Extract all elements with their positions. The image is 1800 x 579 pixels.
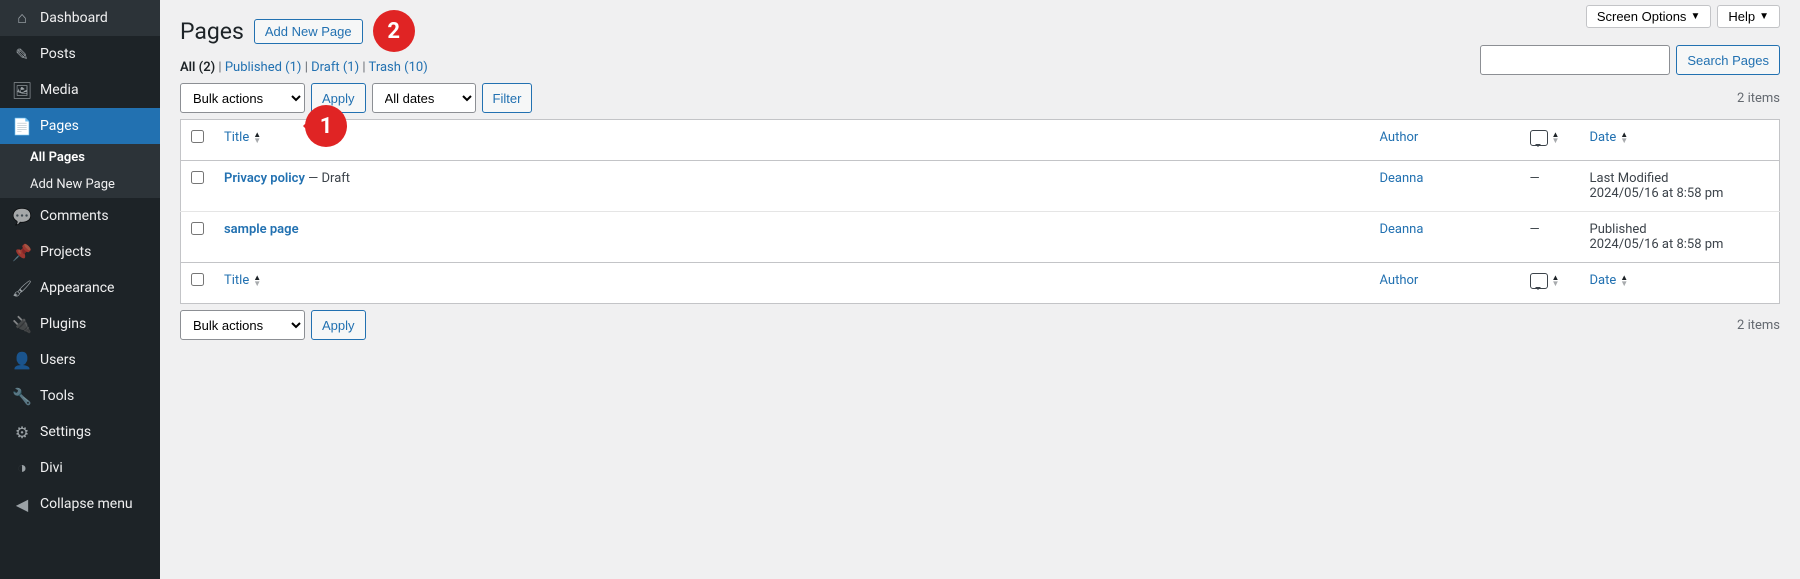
comments-icon: 💬 (12, 206, 32, 226)
sidebar-item-label: Comments (40, 208, 109, 224)
appearance-icon: 🖌 (12, 278, 32, 298)
col-comments[interactable]: ▲▼ (1530, 130, 1560, 146)
col-title-bottom[interactable]: Title▲▼ (224, 273, 261, 288)
sidebar-item-label: Projects (40, 244, 91, 260)
items-count-bottom: 2 items (1737, 318, 1780, 333)
filter-button[interactable]: Filter (482, 83, 533, 113)
sort-icon: ▲▼ (253, 275, 261, 287)
sidebar-item-label: Users (40, 352, 76, 368)
sidebar-item-label: Plugins (40, 316, 86, 332)
sidebar-item-dashboard[interactable]: ⌂ Dashboard (0, 0, 160, 36)
media-icon: 🖼 (12, 80, 32, 100)
sort-icon: ▲▼ (1552, 132, 1560, 144)
sidebar-item-comments[interactable]: 💬 Comments (0, 198, 160, 234)
row-title-link[interactable]: Privacy policy (224, 171, 305, 186)
caret-down-icon: ▼ (1690, 11, 1700, 22)
plugins-icon: 🔌 (12, 314, 32, 334)
pages-table: Title▲▼ Author ▲▼ Date▲▼ Privacy policy … (180, 119, 1780, 304)
search-input[interactable] (1480, 45, 1670, 75)
col-date-bottom[interactable]: Date▲▼ (1590, 273, 1629, 288)
select-all-bottom[interactable] (191, 273, 204, 286)
row-date-value: 2024/05/16 at 8:58 pm (1590, 186, 1770, 201)
col-date[interactable]: Date▲▼ (1590, 130, 1629, 145)
admin-sidebar: ⌂ Dashboard ✎ Posts 🖼 Media 📄 Pages All Page… (0, 0, 160, 579)
sidebar-item-settings[interactable]: ⚙ Settings (0, 414, 160, 450)
filter-trash[interactable]: Trash (10) (369, 60, 428, 75)
select-all-top[interactable] (191, 130, 204, 143)
sidebar-item-label: Media (40, 82, 79, 98)
sidebar-item-label: Dashboard (40, 10, 108, 26)
add-new-page-button[interactable]: Add New Page (254, 19, 363, 44)
bulk-actions-select-bottom[interactable]: Bulk actions (180, 310, 305, 340)
projects-icon: 📌 (12, 242, 32, 262)
sort-icon: ▲▼ (1620, 275, 1628, 287)
posts-icon: ✎ (12, 44, 32, 64)
search-pages-button[interactable]: Search Pages (1676, 45, 1780, 75)
caret-down-icon: ▼ (1759, 11, 1769, 22)
tools-icon: 🔧 (12, 386, 32, 406)
sidebar-item-label: Divi (40, 460, 63, 476)
submenu-all-pages[interactable]: All Pages (0, 144, 160, 171)
row-date-status: Last Modified (1590, 171, 1770, 186)
sidebar-item-label: Posts (40, 46, 76, 62)
filter-draft[interactable]: Draft (1) (311, 60, 359, 75)
table-row: sample page Deanna — Published2024/05/16… (181, 212, 1780, 263)
sort-icon: ▲▼ (1620, 132, 1628, 144)
row-comments: — (1520, 212, 1580, 263)
step-marker-1: 1 (305, 105, 347, 147)
apply-bulk-button-bottom[interactable]: Apply (311, 310, 366, 340)
filter-published[interactable]: Published (1) (225, 60, 302, 75)
sidebar-item-label: Pages (40, 118, 79, 134)
divi-icon: ◑ (12, 458, 32, 478)
sort-icon: ▲▼ (253, 132, 261, 144)
col-title[interactable]: Title▲▼ (224, 130, 261, 145)
col-author-bottom: Author (1370, 263, 1520, 304)
sidebar-item-label: Collapse menu (40, 496, 133, 512)
row-status-suffix: — Draft (305, 171, 350, 186)
row-title-link[interactable]: sample page (224, 222, 299, 237)
comment-bubble-icon (1530, 273, 1548, 289)
row-select[interactable] (191, 222, 204, 235)
row-date-value: 2024/05/16 at 8:58 pm (1590, 237, 1770, 252)
col-comments-bottom[interactable]: ▲▼ (1530, 273, 1560, 289)
main-content: 1 Screen Options▼ Help▼ Pages Add New Pa… (160, 0, 1800, 579)
row-select[interactable] (191, 171, 204, 184)
row-author-link[interactable]: Deanna (1380, 222, 1424, 237)
sidebar-item-label: Tools (40, 388, 74, 404)
page-title: Pages (180, 18, 244, 45)
sidebar-submenu: All Pages Add New Page (0, 144, 160, 198)
step-marker-2: 2 (373, 10, 415, 52)
sidebar-item-pages[interactable]: 📄 Pages (0, 108, 160, 144)
table-row: Privacy policy — Draft Deanna — Last Mod… (181, 161, 1780, 212)
pages-icon: 📄 (12, 116, 32, 136)
sidebar-item-tools[interactable]: 🔧 Tools (0, 378, 160, 414)
sidebar-item-posts[interactable]: ✎ Posts (0, 36, 160, 72)
sidebar-item-label: Appearance (40, 280, 114, 296)
dashboard-icon: ⌂ (12, 8, 32, 28)
sidebar-item-divi[interactable]: ◑ Divi (0, 450, 160, 486)
sidebar-item-plugins[interactable]: 🔌 Plugins (0, 306, 160, 342)
submenu-add-new-page[interactable]: Add New Page (0, 171, 160, 198)
sidebar-item-users[interactable]: 👤 Users (0, 342, 160, 378)
sidebar-item-media[interactable]: 🖼 Media (0, 72, 160, 108)
settings-icon: ⚙ (12, 422, 32, 442)
comment-bubble-icon (1530, 130, 1548, 146)
row-author-link[interactable]: Deanna (1380, 171, 1424, 186)
items-count-top: 2 items (1737, 91, 1780, 106)
filter-all[interactable]: All (2) (180, 60, 215, 75)
help-button[interactable]: Help▼ (1717, 5, 1780, 28)
sidebar-item-label: Settings (40, 424, 91, 440)
users-icon: 👤 (12, 350, 32, 370)
collapse-icon: ◀ (12, 494, 32, 514)
row-comments: — (1520, 161, 1580, 212)
col-author: Author (1370, 120, 1520, 161)
screen-options-button[interactable]: Screen Options▼ (1586, 5, 1712, 28)
sidebar-item-appearance[interactable]: 🖌 Appearance (0, 270, 160, 306)
sidebar-item-collapse[interactable]: ◀ Collapse menu (0, 486, 160, 522)
sort-icon: ▲▼ (1552, 275, 1560, 287)
bulk-actions-select[interactable]: Bulk actions (180, 83, 305, 113)
row-date-status: Published (1590, 222, 1770, 237)
sidebar-item-projects[interactable]: 📌 Projects (0, 234, 160, 270)
dates-select[interactable]: All dates (372, 83, 476, 113)
